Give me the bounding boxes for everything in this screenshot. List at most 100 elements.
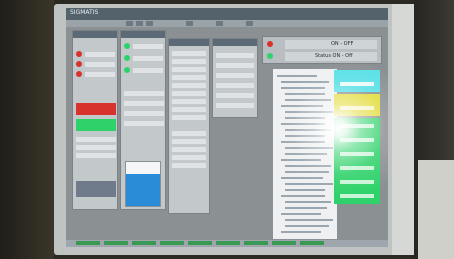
panel-header [169,39,209,46]
status-column [334,70,380,204]
toolbar-button[interactable] [136,21,143,26]
tree-node[interactable] [285,99,331,101]
app-title: SIGMATIS [70,9,99,16]
tree-node[interactable] [281,195,325,197]
panel-row [172,131,206,136]
panel-row [124,101,164,106]
toolbar-button[interactable] [126,21,133,26]
panel-row [172,83,206,88]
tree-node[interactable] [277,75,317,77]
panel-row [172,107,206,112]
tree-node[interactable] [281,105,323,107]
panel-row [172,67,206,72]
status-box-yellow[interactable] [334,94,380,116]
taskbar-item[interactable] [244,241,268,245]
red-status-led [76,71,82,77]
tree-node[interactable] [285,129,331,131]
red-status-led [267,41,273,47]
toolbar-button[interactable] [186,21,193,26]
status-row [340,152,374,156]
panel-row [172,155,206,160]
taskbar-item[interactable] [188,241,212,245]
tree-node[interactable] [281,213,321,215]
tree-node[interactable] [281,159,321,161]
tree-node[interactable] [285,189,325,191]
control-panel-2 [120,30,166,210]
panel-row [124,111,164,116]
control-panel-4 [212,38,258,118]
monitor-bezel-edge [392,4,414,255]
device-tree[interactable] [272,68,338,240]
tree-node[interactable] [285,219,333,221]
tree-node[interactable] [285,165,331,167]
toolbar-button[interactable] [146,21,153,26]
alarm-indicator[interactable] [76,103,116,115]
panel-header [121,31,165,38]
tree-node[interactable] [285,201,331,203]
status-row [340,180,374,184]
tree-node[interactable] [281,123,325,125]
toolbar-button[interactable] [216,21,223,26]
tree-node[interactable] [285,207,327,209]
info-block [76,181,116,197]
panel-header [73,31,117,38]
panel-row [85,62,115,67]
tree-node[interactable] [285,147,333,149]
tree-node[interactable] [285,111,333,113]
status-box-green[interactable] [334,118,380,204]
status-row [340,82,374,86]
tank-level-gauge [125,161,161,207]
tank-level-fill [126,174,160,206]
panel-row [133,68,163,73]
monitor-screen: SIGMATIS ON - OFF Status ON - Off [66,8,388,247]
red-status-led [76,51,82,57]
taskbar-item[interactable] [76,241,100,245]
status-row [340,166,374,170]
tree-node[interactable] [285,135,325,137]
panel-row [172,51,206,56]
panel-row [216,53,254,58]
control-panel-3 [168,38,210,214]
tree-node[interactable] [285,93,325,95]
alarm-summary-row: ON - OFF [285,40,377,49]
tree-node[interactable] [281,81,329,83]
panel-row [172,115,206,120]
taskbar-item[interactable] [160,241,184,245]
title-bar: SIGMATIS [66,8,388,20]
panel-row [124,121,164,126]
panel-row [216,93,254,98]
panel-row [172,75,206,80]
panel-row [76,137,116,142]
ok-indicator[interactable] [76,119,116,131]
panel-row [85,72,115,77]
taskbar-item[interactable] [300,241,324,245]
toolbar-button[interactable] [246,21,253,26]
panel-row [85,52,115,57]
red-status-led [76,61,82,67]
green-status-led [124,55,130,61]
status-box-cyan[interactable] [334,70,380,92]
control-panel-1 [72,30,118,210]
green-status-led [124,43,130,49]
status-row [340,124,374,128]
panel-header [213,39,257,46]
panel-row [216,63,254,68]
tree-node[interactable] [285,183,333,185]
tree-node[interactable] [281,177,323,179]
taskbar-item[interactable] [104,241,128,245]
tree-node[interactable] [285,225,329,227]
taskbar-item[interactable] [216,241,240,245]
green-status-led [124,67,130,73]
tree-node[interactable] [285,153,327,155]
status-row [340,106,374,110]
panel-row [172,91,206,96]
tree-node[interactable] [285,171,329,173]
alarm-header-text: ON - OFF [331,41,354,47]
taskbar-item[interactable] [132,241,156,245]
tree-node[interactable] [281,141,325,143]
tree-node[interactable] [285,117,325,119]
panel-row [133,56,163,61]
tree-node[interactable] [281,87,325,89]
tree-node[interactable] [281,231,321,233]
taskbar-item[interactable] [272,241,296,245]
